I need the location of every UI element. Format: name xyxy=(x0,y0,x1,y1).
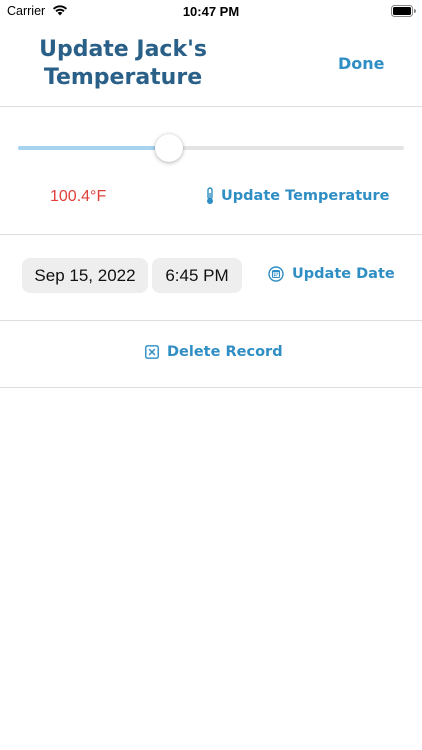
delete-record-button[interactable]: Delete Record xyxy=(145,344,283,360)
update-date-button[interactable]: Update Date xyxy=(268,266,395,282)
status-time: 10:47 PM xyxy=(182,4,240,19)
slider-fill xyxy=(18,146,169,150)
divider xyxy=(0,234,422,235)
divider xyxy=(0,387,422,388)
battery-icon xyxy=(391,5,416,17)
update-date-label: Update Date xyxy=(292,266,395,282)
temperature-slider[interactable] xyxy=(18,132,404,162)
page-title: Update Jack's Temperature xyxy=(39,37,207,90)
calendar-icon xyxy=(268,266,284,282)
temperature-value: 100.4°F xyxy=(50,188,107,205)
done-button[interactable]: Done xyxy=(338,54,385,73)
delete-record-label: Delete Record xyxy=(167,344,283,360)
divider xyxy=(0,320,422,321)
status-bar: Carrier 10:47 PM xyxy=(0,0,422,24)
date-picker[interactable]: Sep 15, 2022 xyxy=(22,258,148,293)
divider xyxy=(0,106,422,107)
update-temperature-button[interactable]: Update Temperature xyxy=(205,187,389,205)
slider-thumb[interactable] xyxy=(155,134,183,162)
time-picker[interactable]: 6:45 PM xyxy=(152,258,242,293)
xmark-square-icon xyxy=(145,345,159,359)
update-temperature-label: Update Temperature xyxy=(221,188,390,204)
thermometer-icon xyxy=(207,187,213,204)
